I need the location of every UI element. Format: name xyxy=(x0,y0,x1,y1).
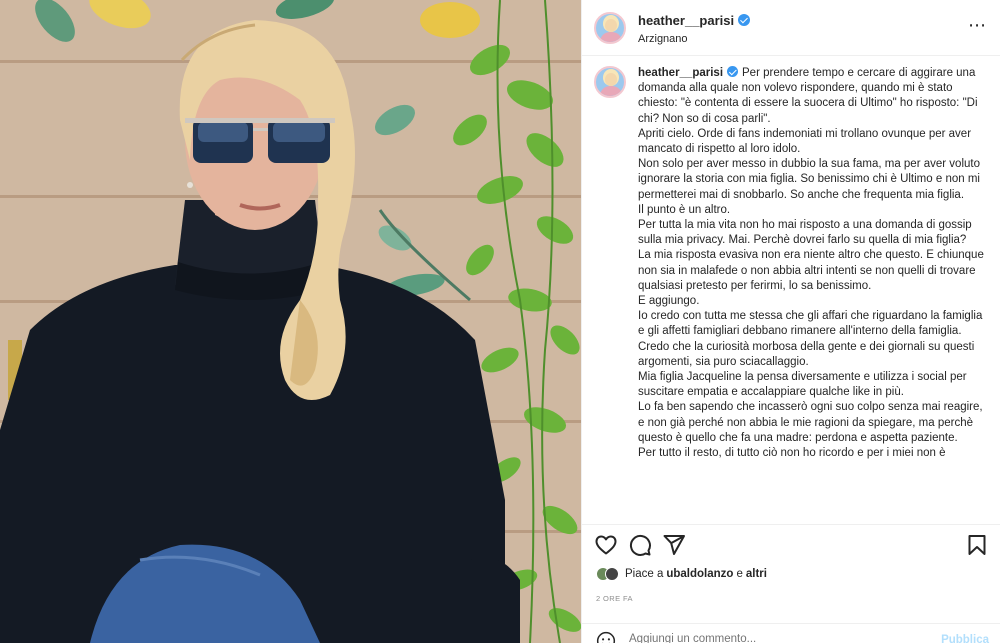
caption-paragraph: Il punto è un altro. xyxy=(638,203,731,216)
more-options-icon[interactable]: ⋯ xyxy=(968,16,987,34)
likes-suffix: e xyxy=(736,568,743,580)
header-text: heather__parisi Arzignano xyxy=(638,13,751,45)
caption-paragraph: Per tutta la mia vita non ho mai rispost… xyxy=(638,219,972,247)
caption-text: heather__parisi Per prendere tempo e cerc… xyxy=(638,66,988,514)
comment-input[interactable] xyxy=(629,633,929,643)
caption-paragraph: Io credo con tutta me stessa che gli aff… xyxy=(638,310,983,338)
caption-paragraph: Mia figlia Jacqueline la pensa diversame… xyxy=(638,371,967,399)
bookmark-icon[interactable] xyxy=(965,533,989,557)
post-details-panel: heather__parisi Arzignano ⋯ heather__par… xyxy=(581,0,1000,643)
caption-username-link[interactable]: heather__parisi xyxy=(638,67,723,79)
post-actions xyxy=(582,524,1000,564)
likes-others-link[interactable]: altri xyxy=(746,568,767,580)
post-photo[interactable] xyxy=(0,0,581,643)
liker-avatar[interactable] xyxy=(605,567,619,581)
caption-paragraph: E aggiungo. xyxy=(638,295,700,308)
post-caption: heather__parisi Per prendere tempo e cerc… xyxy=(594,66,998,514)
caption-paragraph: Non solo per aver messo in dubbio la sua… xyxy=(638,158,980,201)
verified-badge-icon xyxy=(727,66,739,77)
verified-badge-icon xyxy=(738,14,751,26)
emoji-icon[interactable] xyxy=(596,631,616,643)
comment-bar: Pubblica xyxy=(582,623,1000,643)
post-image xyxy=(0,0,581,643)
share-icon[interactable] xyxy=(662,533,686,557)
liker-username-link[interactable]: ubaldolanzo xyxy=(666,568,733,580)
caption-paragraph: Per tutto il resto, di tutto ciò non ho … xyxy=(638,447,946,460)
likes-summary: Piace a ubaldolanzo e altri xyxy=(596,567,770,581)
heart-icon[interactable] xyxy=(594,533,618,557)
avatar[interactable] xyxy=(594,11,626,44)
caption-paragraph: Apriti cielo. Orde di fans indemoniati m… xyxy=(638,127,972,156)
username-link[interactable]: heather__parisi xyxy=(638,13,734,28)
post-header: heather__parisi Arzignano ⋯ xyxy=(582,0,1000,56)
user-row: heather__parisi xyxy=(638,13,751,28)
post-timestamp[interactable]: 2 ORE FA xyxy=(596,594,633,603)
caption-line-1: heather__parisi Per prendere tempo e cerc… xyxy=(638,66,988,127)
comment-icon[interactable] xyxy=(628,533,652,557)
location-link[interactable]: Arzignano xyxy=(638,33,750,45)
caption-paragraph: Lo fa ben sapendo che incasserò ogni suo… xyxy=(638,401,983,444)
likes-prefix: Piace a xyxy=(625,568,664,580)
caption-paragraph: La mia risposta evasiva non era niente a… xyxy=(638,249,984,292)
caption-paragraph: Credo che la curiosità morbosa della gen… xyxy=(638,340,975,368)
publish-button[interactable]: Pubblica xyxy=(941,634,989,643)
caption-avatar[interactable] xyxy=(594,66,626,98)
